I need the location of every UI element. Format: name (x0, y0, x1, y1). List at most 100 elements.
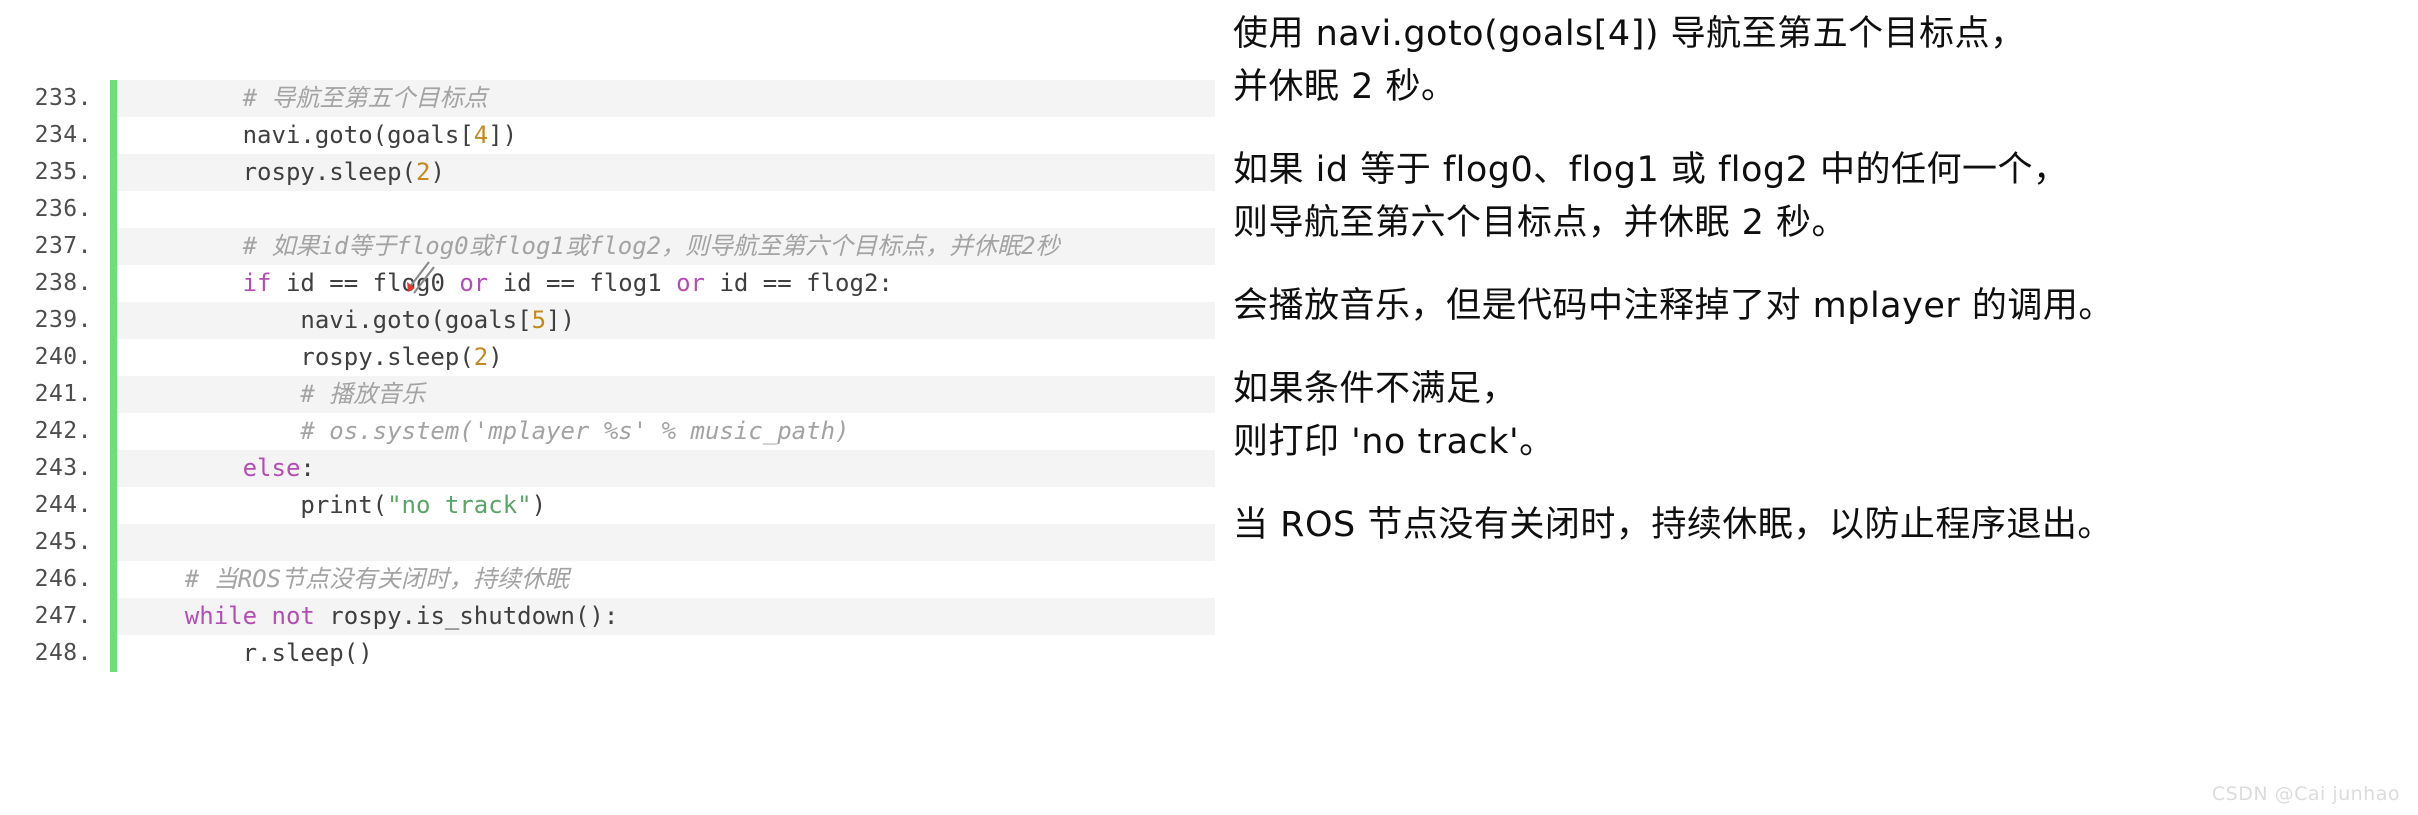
gutter-accent-bar (110, 561, 117, 598)
code-line[interactable]: 236. (0, 191, 1215, 228)
code-line[interactable]: 238. if id == flog0 or id == flog1 or id… (0, 265, 1215, 302)
code-token-keyword: else (242, 454, 301, 482)
gutter-accent-bar (110, 376, 117, 413)
gutter-accent-bar (110, 265, 117, 302)
line-number: 241. (0, 376, 110, 413)
line-number: 235. (0, 154, 110, 191)
line-number: 237. (0, 228, 110, 265)
explanation-paragraph: 如果 id 等于 flog0、flog1 或 flog2 中的任何一个， 则导航… (1233, 150, 2069, 243)
code-token-plain: navi.goto(goals[ (127, 306, 532, 334)
code-token-plain: navi.goto(goals[ (127, 121, 474, 149)
code-line-text[interactable] (117, 191, 1215, 228)
code-token-plain: ]) (546, 306, 575, 334)
code-line[interactable]: 247. while not rospy.is_shutdown(): (0, 598, 1215, 635)
code-token-number: 4 (473, 121, 489, 149)
gutter-accent-bar (110, 598, 117, 635)
code-token-plain: : (300, 454, 315, 482)
code-line-text[interactable]: navi.goto(goals[4]) (117, 117, 1215, 154)
code-line-text[interactable]: while not rospy.is_shutdown(): (117, 598, 1215, 635)
code-line[interactable]: 246. # 当ROS节点没有关闭时，持续休眠 (0, 561, 1215, 598)
code-token-string: "no track" (387, 491, 532, 519)
code-token-keyword: or (676, 269, 705, 297)
code-line-text[interactable] (117, 524, 1215, 561)
line-number: 242. (0, 413, 110, 450)
explanation-paragraph: 会播放音乐，但是代码中注释掉了对 mplayer 的调用。 (1233, 286, 2114, 326)
gutter-accent-bar (110, 228, 117, 265)
code-line-text[interactable]: # 如果id等于flog0或flog1或flog2，则导航至第六个目标点，并休眠… (117, 228, 1215, 265)
code-token-comment: # 导航至第五个目标点 (242, 84, 488, 112)
line-number: 243. (0, 450, 110, 487)
code-line[interactable]: 248. r.sleep() (0, 635, 1215, 672)
line-number: 238. (0, 265, 110, 302)
code-line-text[interactable]: rospy.sleep(2) (117, 339, 1215, 376)
explanation-paragraph: 如果条件不满足， 则打印 'no track'。 (1233, 369, 1555, 462)
code-token-plain: id == flog1 (488, 269, 677, 297)
line-number: 233. (0, 80, 110, 117)
code-line[interactable]: 241. # 播放音乐 (0, 376, 1215, 413)
explanation-paragraph: 当 ROS 节点没有关闭时，持续休眠，以防止程序退出。 (1233, 505, 2113, 545)
line-number: 244. (0, 487, 110, 524)
gutter-accent-bar (110, 80, 117, 117)
code-line[interactable]: 244. print("no track") (0, 487, 1215, 524)
code-token-number: 2 (473, 343, 489, 371)
code-token-comment: # os.system('mplayer %s' % music_path) (300, 417, 850, 445)
code-line-text[interactable]: print("no track") (117, 487, 1215, 524)
code-line-text[interactable]: rospy.sleep(2) (117, 154, 1215, 191)
line-number: 248. (0, 635, 110, 672)
code-line[interactable]: 234. navi.goto(goals[4]) (0, 117, 1215, 154)
page-root: 233. # 导航至第五个目标点 234. navi.goto(goals[4])… (0, 0, 2418, 815)
code-line-text[interactable]: if id == flog0 or id == flog1 or id == f… (117, 265, 1215, 302)
gutter-accent-bar (110, 450, 117, 487)
code-line-text[interactable]: # 当ROS节点没有关闭时，持续休眠 (117, 561, 1215, 598)
gutter-accent-bar (110, 487, 117, 524)
code-token-comment: # 如果id等于flog0或flog1或flog2，则导航至第六个目标点，并休眠… (242, 232, 1060, 260)
code-token-plain: rospy.sleep( (127, 158, 416, 186)
code-line[interactable]: 242. # os.system('mplayer %s' % music_pa… (0, 413, 1215, 450)
code-token-comment: # 当ROS节点没有关闭时，持续休眠 (184, 565, 570, 593)
code-line[interactable]: 237. # 如果id等于flog0或flog1或flog2，则导航至第六个目标… (0, 228, 1215, 265)
code-line-text[interactable]: # os.system('mplayer %s' % music_path) (117, 413, 1215, 450)
code-line-text[interactable]: r.sleep() (117, 635, 1215, 672)
code-token-plain: ) (430, 158, 445, 186)
code-token-plain: ]) (488, 121, 518, 149)
code-token-keyword: while (184, 602, 258, 630)
gutter-accent-bar (110, 302, 117, 339)
gutter-accent-bar (110, 117, 117, 154)
code-line[interactable]: 233. # 导航至第五个目标点 (0, 80, 1215, 117)
code-token-plain: ) (488, 343, 503, 371)
code-token-plain: r.sleep() (127, 639, 373, 667)
code-token-plain: ) (531, 491, 547, 519)
code-token-plain: id == flog2: (705, 269, 893, 297)
code-line[interactable]: 239. navi.goto(goals[5]) (0, 302, 1215, 339)
gutter-accent-bar (110, 413, 117, 450)
code-line[interactable]: 235. rospy.sleep(2) (0, 154, 1215, 191)
code-token-plain: print( (127, 491, 388, 519)
code-line-text[interactable]: # 导航至第五个目标点 (117, 80, 1215, 117)
line-number: 247. (0, 598, 110, 635)
line-number: 245. (0, 524, 110, 561)
code-token-keyword: if (242, 269, 272, 297)
code-line[interactable]: 240. rospy.sleep(2) (0, 339, 1215, 376)
code-line-list[interactable]: 233. # 导航至第五个目标点 234. navi.goto(goals[4])… (0, 80, 1215, 672)
line-number: 234. (0, 117, 110, 154)
watermark: CSDN @Cai junhao (2211, 783, 2400, 805)
code-line-text[interactable]: # 播放音乐 (117, 376, 1215, 413)
code-token-plain: rospy.sleep( (127, 343, 474, 371)
code-line[interactable]: 243. else: (0, 450, 1215, 487)
code-line-text[interactable]: else: (117, 450, 1215, 487)
code-line-text[interactable]: navi.goto(goals[5]) (117, 302, 1215, 339)
code-token-number: 2 (415, 158, 431, 186)
gutter-accent-bar (110, 524, 117, 561)
line-number: 240. (0, 339, 110, 376)
gutter-accent-bar (110, 191, 117, 228)
code-block-panel: 233. # 导航至第五个目标点 234. navi.goto(goals[4])… (0, 0, 1215, 815)
code-line[interactable]: 245. (0, 524, 1215, 561)
